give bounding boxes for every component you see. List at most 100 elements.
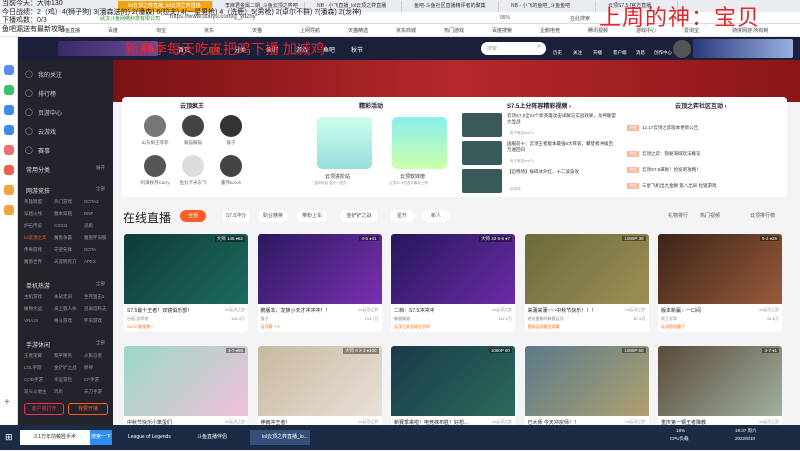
video-title[interactable]: 国服前十：云顶王者版本最强6大阵容，攀登者冲级百万遍回归	[507, 141, 617, 153]
taskbar-search-button[interactable]: 搜索一下	[90, 430, 112, 445]
sidebar-game[interactable]: 格斗游戏	[54, 318, 72, 324]
activity-title[interactable]: 云顶软妹榜	[400, 173, 425, 180]
sidebar-game[interactable]: 怀旧游戏	[84, 318, 102, 324]
sidebar-game[interactable]: 魔兽怀旧服	[84, 235, 107, 241]
sidebar-item[interactable]: 赛事	[38, 146, 50, 155]
live-card[interactable]: 大师 33 5-6 ♦7 二档：S7.5冲冲冲 lol云顶之弈 躲猫躲猫 141.2万云…	[391, 234, 515, 332]
sidebar-game[interactable]: DOTA	[84, 247, 96, 252]
card-category[interactable]: lol云顶之弈	[759, 307, 779, 314]
activity-image[interactable]	[392, 117, 447, 169]
sidebar-game[interactable]: 金铲铲之战	[54, 365, 77, 371]
sidebar-item[interactable]: 云游戏	[38, 127, 56, 136]
live-thumbnail[interactable]: 大师 145 ♦62	[124, 234, 248, 304]
creator-center-button[interactable]: 创作中心	[654, 50, 672, 56]
sidebar-game[interactable]: 逃跑	[84, 223, 93, 229]
card-category[interactable]: lol云顶之弈	[625, 307, 645, 314]
video-thumb[interactable]	[462, 113, 502, 137]
panel-title[interactable]: 云顶之弈社区互动 ›	[675, 101, 727, 110]
sidebar-game[interactable]: 植物大战	[24, 306, 42, 312]
community-post[interactable]: 热帖 三星飞机出九金鳞 第八出局 拉锯游戏	[627, 183, 767, 189]
sidebar-game[interactable]: 双头斗地主	[24, 389, 47, 395]
history-button[interactable]: 历史	[553, 50, 562, 56]
panel-title[interactable]: S7.5上分阵容精彩视频 ›	[507, 101, 571, 110]
browser-tab[interactable]: NB - 小飞的鱼吧_斗鱼鱼吧	[501, 1, 596, 12]
card-author[interactable]: 老张雷都的躲雷云顶	[528, 316, 564, 322]
sidebar-game[interactable]: 逃离塔科夫	[84, 306, 107, 312]
app-icon[interactable]	[4, 65, 14, 75]
card-title[interactable]: 鹏版本，龙族小天才冲冲冲！！	[261, 307, 331, 314]
streamer-avatar[interactable]	[182, 155, 204, 177]
card-author[interactable]: 疯王学哥	[661, 316, 677, 322]
bookmark-item[interactable]: 热门游戏	[444, 27, 464, 34]
bookmark-item[interactable]: 百度搜索	[492, 27, 512, 34]
wechat-icon[interactable]	[4, 85, 14, 95]
link-list[interactable]: 云顶排行榜	[750, 212, 775, 219]
live-card[interactable]: 5-2 ♦28 版本新赢：一口闷 lol云顶之弈 疯王学哥 64.8万 云顶游戏霸子	[658, 234, 782, 332]
community-post[interactable]: 热帖 云顶S7.5来啦！抢投吧攻略！	[627, 167, 767, 173]
search-icon[interactable]	[4, 185, 14, 195]
card-author[interactable]: 吕阳-凯鸣他	[127, 316, 148, 322]
taskbar-app[interactable]: League of Legends	[118, 430, 171, 445]
card-category[interactable]: lol云顶之弈	[358, 307, 378, 314]
browser-tab[interactable]: 鱼吧-斗鱼社区直播精评者的聚集	[404, 1, 499, 12]
filter-chip[interactable]: 带粉上车	[297, 210, 327, 222]
video-thumb[interactable]	[462, 141, 502, 165]
live-card[interactable]: 4-5 ♦41 鹏版本，龙族小天才冲冲冲！！ lol云顶之弈 猴子 193.7万 云顶第一…	[257, 234, 382, 332]
add-icon[interactable]: +	[4, 397, 10, 408]
community-post[interactable]: 热帖 12.17云顶之弈版本更新公告	[627, 125, 767, 131]
live-card[interactable]: 3-7 ♦1 重庆第一钢王者降教 lol云顶之弈	[658, 346, 782, 426]
sidebar-game[interactable]: 王者荣耀	[24, 353, 42, 359]
streamer-avatar[interactable]	[144, 115, 166, 137]
taskbar-app[interactable]: lol云顶之弈直播_lo...	[250, 430, 310, 445]
sidebar-game[interactable]: 永劫无间	[54, 294, 72, 300]
sidebar-game[interactable]: LOL手游	[24, 365, 42, 371]
streamer-name[interactable]: 董伟koroh	[211, 180, 251, 186]
sidebar-section-more[interactable]: 展开	[96, 165, 105, 171]
nav-festival[interactable]: 秋节	[351, 45, 363, 54]
clock-date[interactable]: 2022/9/10	[735, 436, 755, 451]
sidebar-game[interactable]: 英雄联盟	[24, 199, 42, 205]
app-icon[interactable]	[4, 205, 14, 215]
sidebar-game[interactable]: VRAJX	[24, 318, 39, 323]
sidebar-item[interactable]: 排行榜	[38, 89, 56, 98]
client-button[interactable]: 客户端	[613, 50, 627, 56]
streamer-name[interactable]: 猴子	[211, 140, 251, 146]
filter-chip[interactable]: 星升	[390, 210, 414, 222]
streamer-avatar[interactable]	[220, 115, 242, 137]
streamer-avatar[interactable]	[220, 155, 242, 177]
video-thumb[interactable]	[462, 169, 502, 193]
filter-chip[interactable]: S7.5冲分	[222, 210, 250, 222]
card-author[interactable]: 躲猫躲猫	[394, 316, 410, 322]
open-client-button[interactable]: 客户端打开	[24, 403, 64, 415]
streamer-name[interactable]: 阿满枚月Carry	[135, 180, 175, 186]
card-category[interactable]: lol云顶之弈	[492, 307, 512, 314]
search-icon[interactable]: ⌕	[537, 43, 541, 51]
start-live-button[interactable]: 开播	[593, 50, 602, 56]
activity-title[interactable]: 云顶进阶站	[325, 173, 350, 180]
promo-banner[interactable]	[693, 39, 793, 58]
sidebar-game[interactable]: 主机游戏	[24, 294, 42, 300]
card-title[interactable]: S7.5最十王者！双镜俱乐部！	[127, 307, 192, 314]
card-title[interactable]: 来蒲来蒲~~~中秋节快乐！！！	[528, 307, 597, 314]
app-icon[interactable]	[4, 105, 14, 115]
filter-chip[interactable]: 职业精英	[258, 210, 288, 222]
sidebar-game[interactable]: 鸡鸡	[54, 389, 63, 395]
live-thumbnail[interactable]: 大师 33 5-6 ♦7	[391, 234, 515, 304]
streamer-avatar[interactable]	[182, 115, 204, 137]
sidebar-game[interactable]: 守望先锋	[54, 247, 72, 253]
activity-image[interactable]	[317, 117, 372, 169]
sidebar-game[interactable]: lol云顶之弈	[24, 235, 47, 241]
avatar[interactable]	[673, 40, 691, 58]
sidebar-game[interactable]: 魔兽争霸	[54, 235, 72, 241]
sidebar-section-more[interactable]: 全部	[96, 340, 105, 346]
taskbar-app[interactable]: 斗鱼直播伴侣	[185, 430, 227, 445]
live-thumbnail[interactable]: 3-7 ♦1	[658, 346, 782, 416]
live-card[interactable]: 3-7 ♦56 中秋节快乐小笨蛋们 lol云顶之弈	[124, 346, 248, 426]
sidebar-game[interactable]: COD手游	[24, 377, 43, 383]
filter-chip[interactable]: 金铲铲之战	[340, 210, 378, 222]
sidebar-game[interactable]: CSGO	[54, 223, 67, 228]
post-title[interactable]: 云顶S7.5来啦！抢投吧攻略！	[642, 167, 701, 172]
sidebar-section-more[interactable]: 全部	[96, 186, 105, 192]
cloud-icon[interactable]	[4, 125, 14, 135]
messages-button[interactable]: 消息	[636, 50, 645, 56]
